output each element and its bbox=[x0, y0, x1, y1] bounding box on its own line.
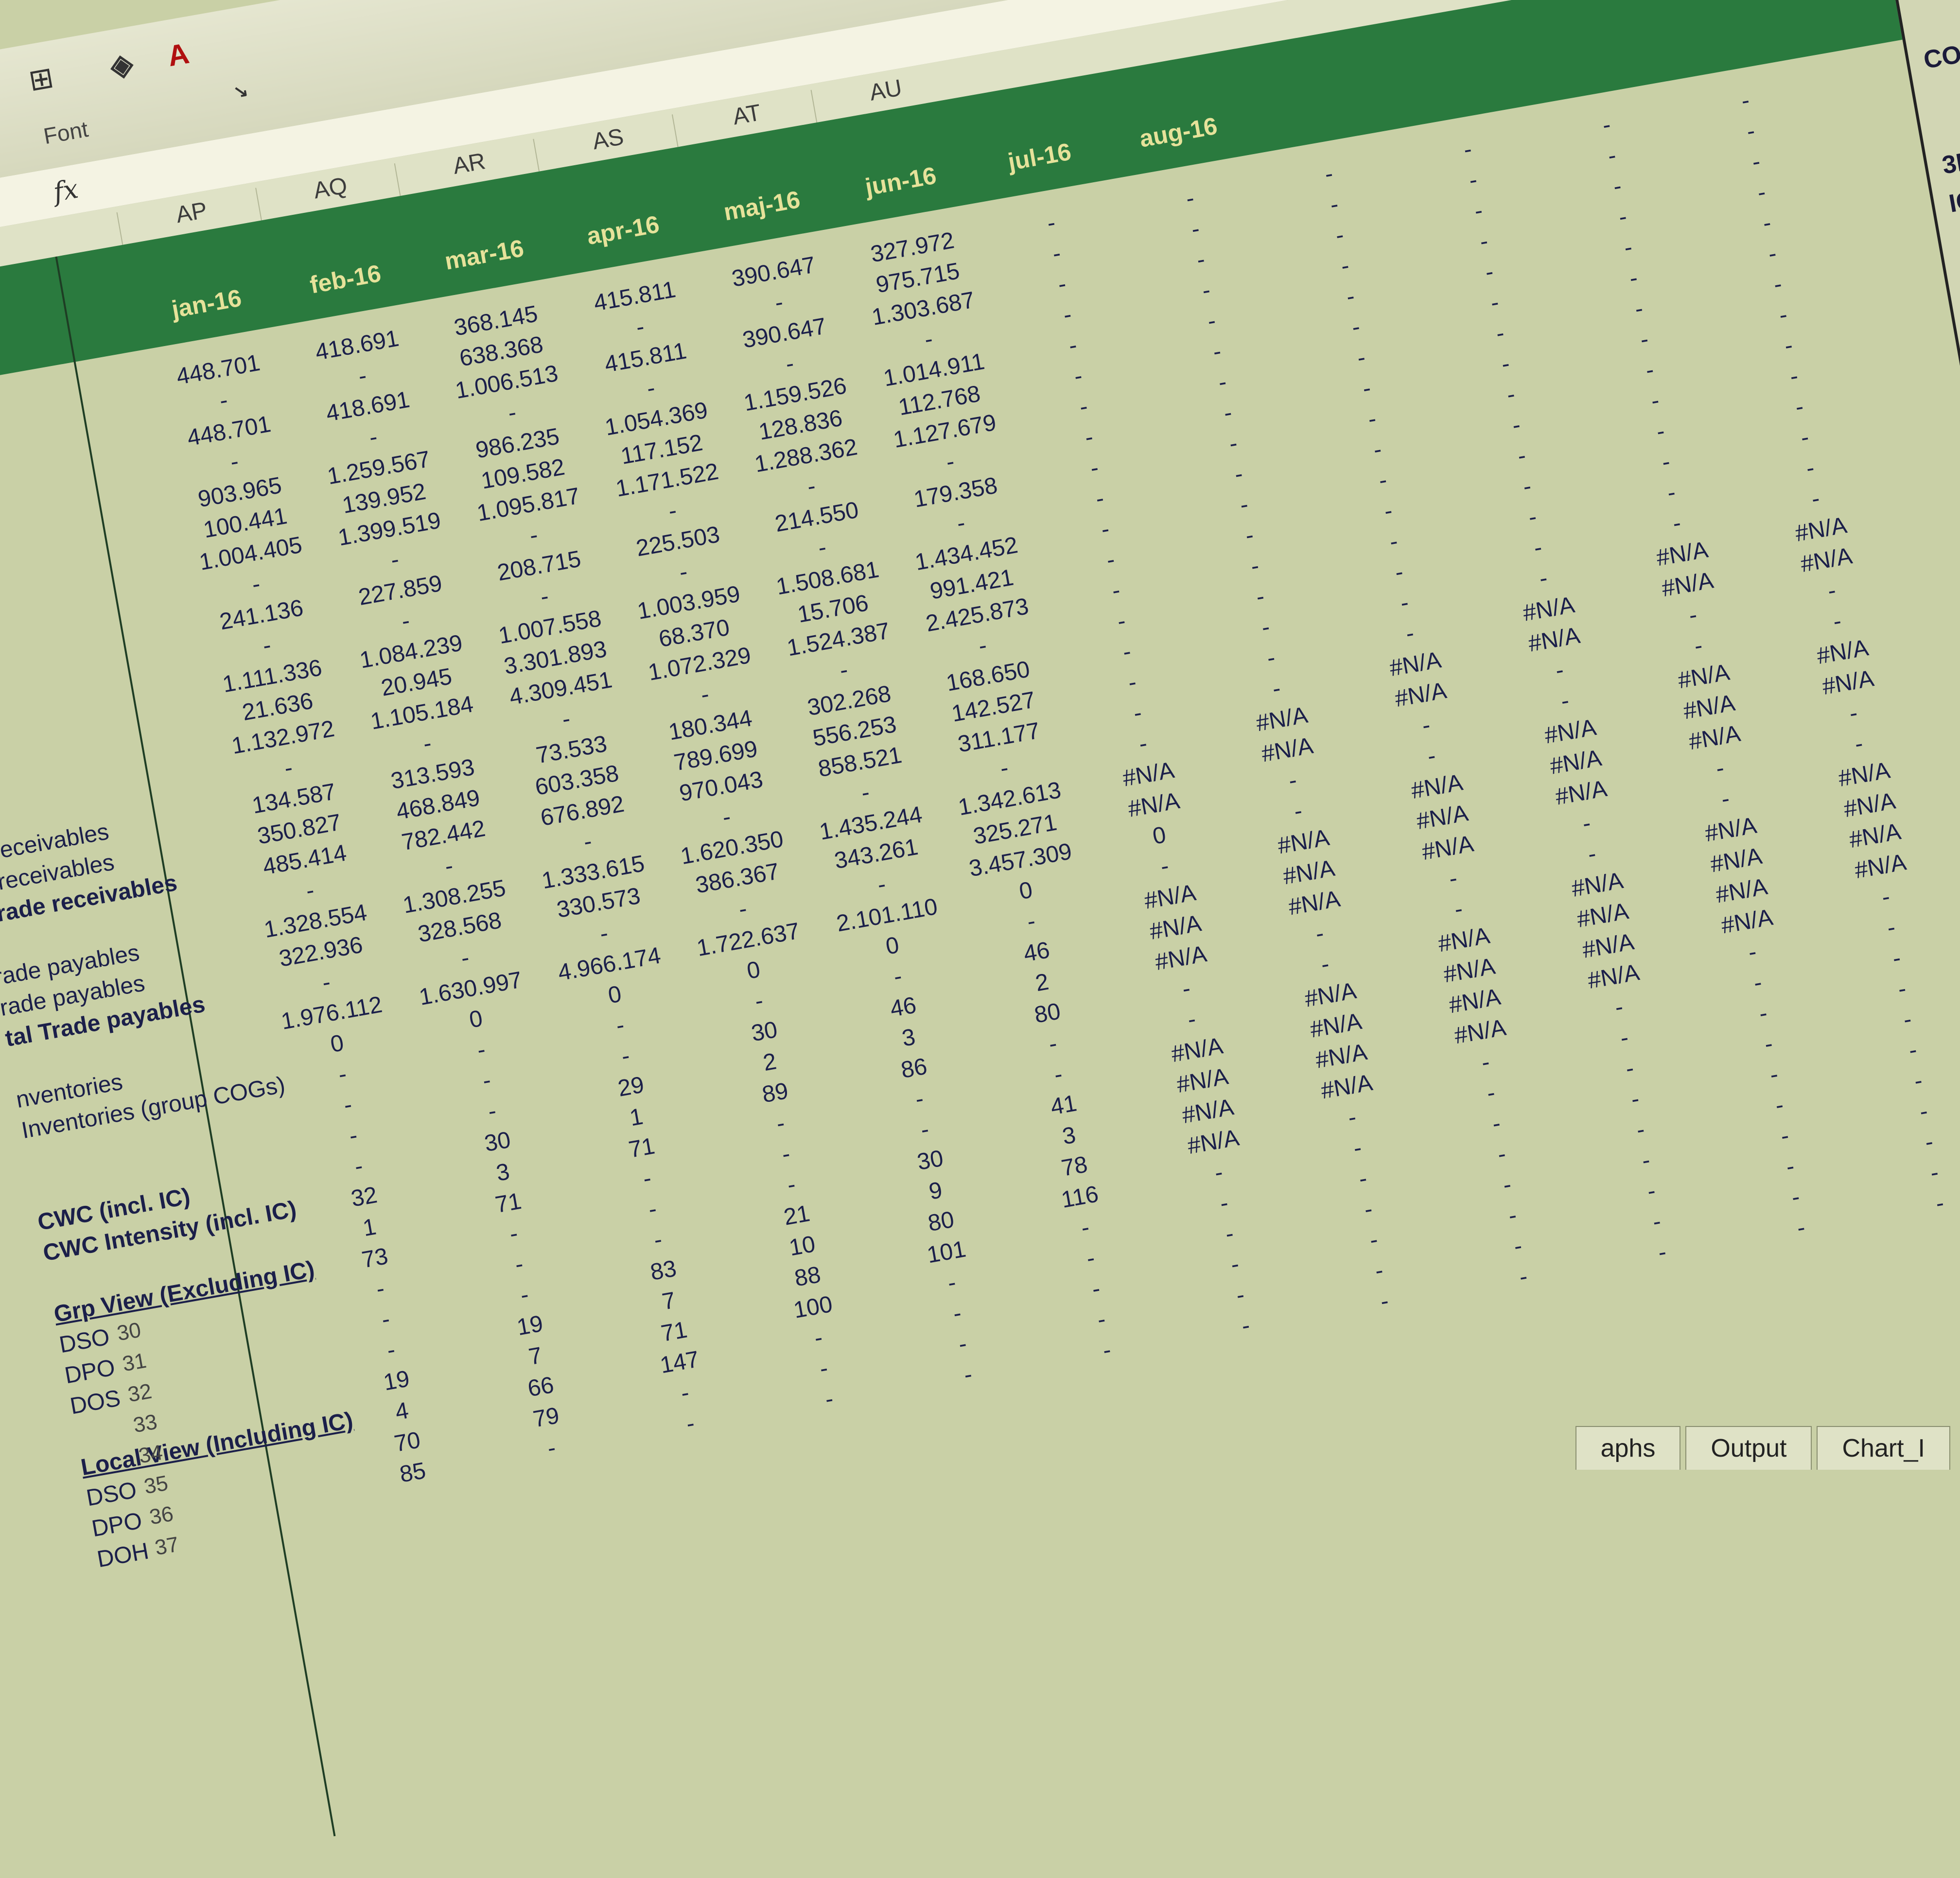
month-header: feb-16 bbox=[308, 259, 383, 299]
dialog-launcher-icon[interactable]: ↘ bbox=[232, 80, 250, 103]
month-header: jul-16 bbox=[1006, 138, 1073, 176]
month-header: apr-16 bbox=[584, 210, 662, 250]
row-label: Grp View (Excluding IC) bbox=[52, 1256, 316, 1328]
right-pane-label: IC Tr bbox=[1946, 180, 1960, 218]
sheet-tab[interactable]: Chart_I bbox=[1817, 1426, 1950, 1470]
spreadsheet-view: U ⊞ ◈ A ↘ Font fx APAQARASATAU jan-16feb… bbox=[0, 0, 1960, 1837]
row-number[interactable]: 35 bbox=[118, 1471, 170, 1504]
sheet-tab[interactable]: Output bbox=[1685, 1426, 1812, 1470]
month-header: maj-16 bbox=[721, 185, 803, 226]
row-number[interactable]: 30 bbox=[91, 1318, 143, 1351]
fill-color-icon[interactable]: ◈ bbox=[107, 46, 136, 84]
sheet-tab[interactable]: aphs bbox=[1575, 1426, 1681, 1470]
month-header: aug-16 bbox=[1137, 112, 1220, 153]
fx-icon[interactable]: fx bbox=[51, 174, 81, 208]
row-number[interactable]: 37 bbox=[129, 1532, 181, 1565]
right-pane-label: 3P Tra bbox=[1940, 139, 1960, 180]
row-number[interactable]: 31 bbox=[96, 1349, 148, 1381]
row-number[interactable]: 33 bbox=[107, 1410, 159, 1443]
month-header: jun-16 bbox=[863, 161, 939, 201]
row-number[interactable]: 36 bbox=[123, 1502, 175, 1534]
font-color-button[interactable]: A bbox=[165, 36, 192, 73]
month-header: jan-16 bbox=[169, 284, 244, 323]
ribbon-group-label: Font bbox=[41, 116, 90, 149]
sheet-tabs: aphs Output Chart_I bbox=[1575, 1426, 1950, 1470]
right-pane-label: COGs bbox=[1921, 34, 1960, 75]
month-header: mar-16 bbox=[442, 234, 526, 275]
borders-icon[interactable]: ⊞ bbox=[26, 60, 56, 98]
row-number[interactable]: 32 bbox=[102, 1379, 154, 1412]
